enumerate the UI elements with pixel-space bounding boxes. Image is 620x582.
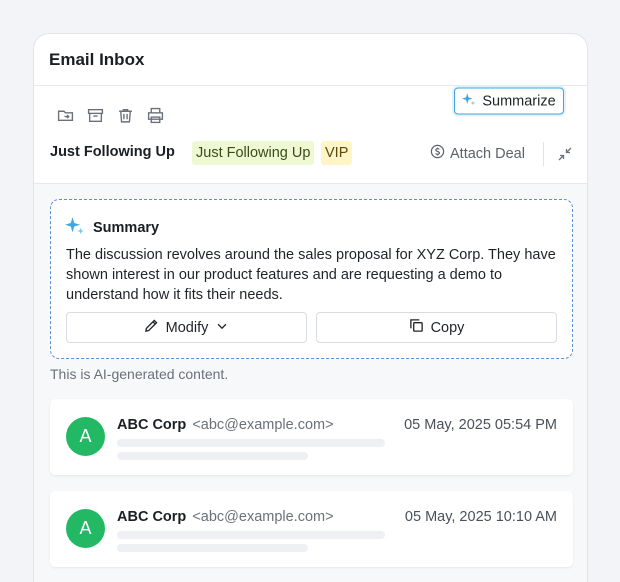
sender-name: ABC Corp	[117, 417, 187, 433]
summary-actions: Modify Copy	[66, 312, 557, 343]
copy-button[interactable]: Copy	[316, 312, 557, 343]
message-date: 05 May, 2025 10:10 AM	[404, 509, 557, 525]
summarize-button[interactable]: Summarize	[454, 87, 564, 115]
summary-title: Summary	[93, 220, 160, 236]
ai-summary-panel: Summary The discussion revolves around t…	[50, 199, 573, 359]
attach-deal-button[interactable]: Attach Deal	[430, 144, 525, 163]
message-item[interactable]: A ABC Corp <abc@example.com> 05 May, 202…	[50, 399, 573, 475]
message-date: 05 May, 2025 05:54 PM	[404, 417, 557, 433]
sender: ABC Corp <abc@example.com>	[117, 509, 334, 525]
tag-vip[interactable]: VIP	[321, 141, 353, 165]
avatar: A	[66, 509, 105, 548]
tag-just-following-up[interactable]: Just Following Up	[192, 141, 315, 165]
sender-email: <abc@example.com>	[192, 509, 334, 525]
page-title: Email Inbox	[49, 49, 145, 69]
copy-icon	[409, 318, 424, 337]
modify-label: Modify	[165, 319, 209, 336]
archive-icon[interactable]	[86, 106, 104, 124]
preview-placeholder-line	[117, 452, 308, 460]
summary-text: The discussion revolves around the sales…	[66, 247, 556, 303]
collapse-icon[interactable]	[557, 146, 573, 162]
preview-placeholder-line	[117, 531, 385, 539]
trash-icon[interactable]	[116, 106, 134, 124]
sender-email: <abc@example.com>	[192, 417, 334, 433]
email-subject: Just Following Up	[50, 144, 175, 160]
copy-label: Copy	[430, 319, 465, 336]
preview-placeholder-line	[117, 544, 308, 552]
email-inbox-card: Email Inbox Summarize Just Following Up …	[33, 33, 588, 582]
dollar-circle-icon	[430, 144, 445, 163]
summarize-label: Summarize	[482, 93, 556, 109]
move-to-folder-icon[interactable]	[56, 106, 74, 124]
sender: ABC Corp <abc@example.com>	[117, 417, 334, 433]
toolbar-divider	[543, 142, 544, 166]
message-item[interactable]: A ABC Corp <abc@example.com> 05 May, 202…	[50, 491, 573, 567]
modify-button[interactable]: Modify	[66, 312, 307, 343]
sparkle-icon	[65, 216, 85, 240]
avatar: A	[66, 417, 105, 456]
pencil-icon	[144, 318, 159, 337]
ai-generated-note: This is AI-generated content.	[50, 366, 229, 382]
preview-placeholder-line	[117, 439, 385, 447]
card-header: Email Inbox	[34, 34, 587, 86]
attach-deal-label: Attach Deal	[450, 145, 525, 162]
chevron-down-icon	[215, 319, 229, 337]
toolbar-icons	[56, 106, 164, 124]
sender-name: ABC Corp	[117, 509, 187, 525]
sparkle-icon	[462, 92, 476, 110]
print-icon[interactable]	[146, 106, 164, 124]
summary-heading: Summary	[65, 216, 159, 240]
